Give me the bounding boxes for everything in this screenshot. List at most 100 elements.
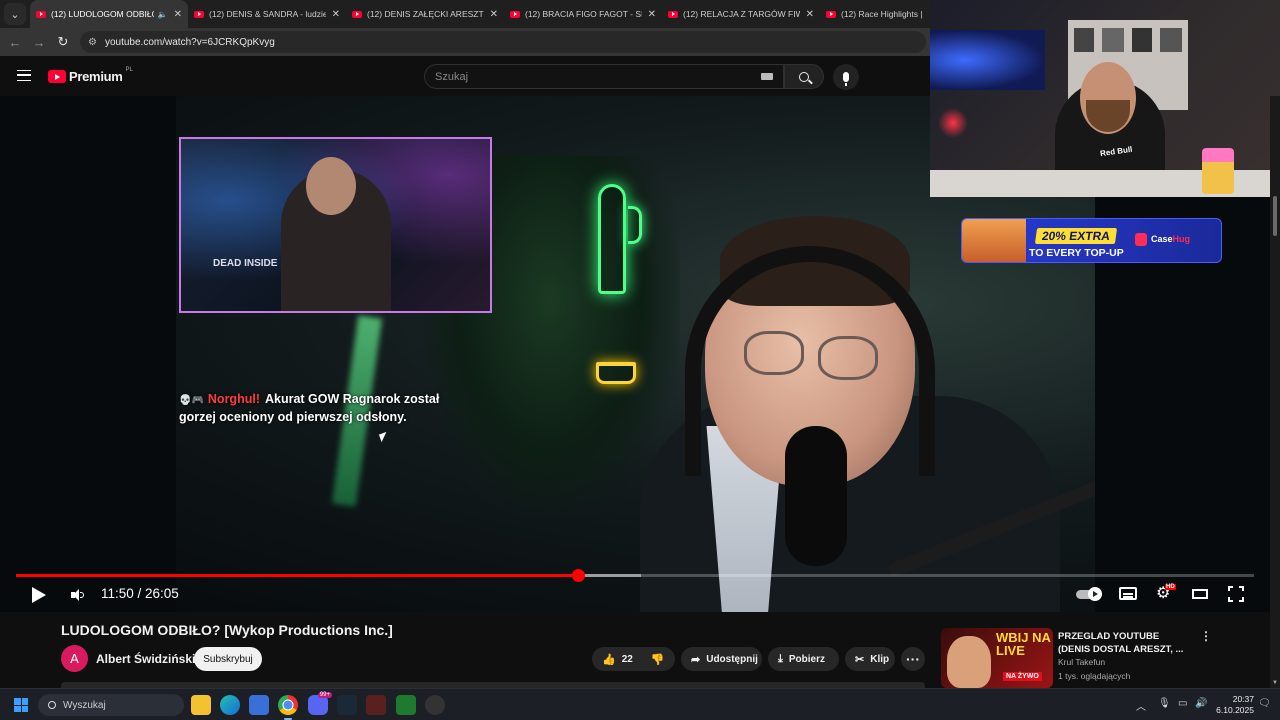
fullscreen-button[interactable] bbox=[1228, 584, 1244, 604]
browser-tab[interactable]: (12) Race Highlights | 2025 bbox=[820, 0, 930, 28]
download-button[interactable]: ⤓ Pobierz bbox=[768, 647, 839, 671]
browser-tab-active[interactable]: (12) LUDOLOGOM ODBIŁO 🔈 ✕ bbox=[30, 0, 188, 28]
chat-badge-icons: 💀🎮 bbox=[179, 395, 204, 406]
promo-subline: TO EVERY TOP-UP bbox=[1029, 247, 1124, 259]
taskbar-clock[interactable]: 20:37 6.10.2025 bbox=[1214, 694, 1254, 716]
tray-language-icon[interactable]: ▭ bbox=[1178, 698, 1187, 709]
menu-icon[interactable] bbox=[17, 70, 31, 81]
chat-overlay: 💀🎮 Norghul! Akurat GOW Ragnarok został gor… bbox=[179, 391, 479, 426]
download-icon: ⤓ bbox=[778, 652, 783, 665]
share-button[interactable]: ➦ Udostępnij bbox=[681, 647, 762, 671]
close-icon[interactable]: ✕ bbox=[174, 9, 182, 20]
related-video-title[interactable]: PRZEGLAD YOUTUBE (DENIS DOSTAL ARESZT, .… bbox=[1058, 630, 1190, 656]
related-video-viewers: 1 tys. oglądających bbox=[1058, 671, 1131, 681]
steam-icon[interactable] bbox=[337, 695, 357, 715]
voice-search-button[interactable] bbox=[833, 64, 859, 90]
neon-cactus-image bbox=[598, 184, 626, 294]
scrollbar-thumb[interactable] bbox=[1273, 196, 1277, 236]
speaker-icon[interactable]: 🔈 bbox=[158, 10, 168, 19]
close-icon[interactable]: ✕ bbox=[490, 9, 498, 20]
close-icon[interactable]: ✕ bbox=[648, 9, 656, 20]
search-button[interactable] bbox=[784, 64, 824, 89]
forward-arrow-icon[interactable]: → bbox=[27, 35, 51, 50]
thumbnail-face bbox=[947, 636, 991, 688]
facecam-cup bbox=[1202, 148, 1234, 194]
related-video-thumbnail[interactable]: WBIJ NA LIVE NA ŻYWO bbox=[941, 628, 1053, 688]
keyboard-icon[interactable] bbox=[761, 73, 773, 80]
glasses-image bbox=[744, 331, 804, 375]
microphone-image bbox=[785, 426, 847, 566]
taskbar-search[interactable]: Wyszukaj bbox=[38, 694, 184, 716]
taskbar-search-label: Wyszukaj bbox=[63, 699, 106, 711]
neon-cactus-arm-image bbox=[628, 206, 642, 244]
browser-tab[interactable]: (12) BRACIA FIGO FAGOT - SIW ✕ bbox=[504, 0, 662, 28]
kebab-menu-icon[interactable]: ⋮ bbox=[1200, 629, 1212, 643]
tab-search-button[interactable]: ⌄ bbox=[4, 3, 26, 25]
more-actions-button[interactable]: ··· bbox=[901, 647, 925, 671]
channel-name[interactable]: Albert Świdziński bbox=[96, 652, 195, 666]
subtitles-button[interactable] bbox=[1119, 584, 1137, 604]
chrome-icon[interactable] bbox=[278, 695, 298, 720]
glasses-image bbox=[818, 336, 878, 380]
thumbs-up-icon[interactable]: 👍 bbox=[602, 653, 616, 666]
progress-played bbox=[16, 574, 579, 577]
url-text: youtube.com/watch?v=6JCRKQpKvyg bbox=[104, 36, 275, 48]
casehug-logo-icon bbox=[1135, 233, 1147, 246]
browser-tab[interactable]: (12) RELACJA Z TARGÓW FIWE ✕ bbox=[662, 0, 820, 28]
like-count[interactable]: 22 bbox=[622, 654, 633, 665]
mouse-cursor-icon bbox=[378, 431, 390, 443]
reload-icon[interactable]: ↻ bbox=[51, 34, 75, 50]
edge-browser-icon[interactable] bbox=[220, 695, 240, 715]
close-icon[interactable]: ✕ bbox=[806, 9, 814, 20]
tab-title: (12) LUDOLOGOM ODBIŁO bbox=[51, 9, 154, 19]
volume-icon[interactable] bbox=[71, 589, 84, 601]
thumbnail-text: WBIJ NA LIVE bbox=[996, 630, 1051, 658]
thumbs-down-icon[interactable]: 👎 bbox=[651, 653, 665, 666]
youtube-favicon-icon bbox=[668, 10, 678, 18]
tray-microphone-icon[interactable]: 🎙 bbox=[1158, 698, 1171, 709]
autoplay-toggle[interactable] bbox=[1076, 584, 1106, 604]
subscribe-button[interactable]: Subskrybuj bbox=[194, 647, 262, 671]
neon-pot-image bbox=[596, 362, 636, 384]
youtube-premium-logo[interactable]: Premium PL bbox=[48, 66, 133, 84]
inset-person-head bbox=[306, 157, 356, 215]
tray-volume-icon[interactable]: 🔊 bbox=[1195, 698, 1207, 709]
youtube-header: Premium PL Szukaj bbox=[0, 56, 930, 96]
facecam-red-light bbox=[938, 108, 968, 138]
search-input[interactable]: Szukaj bbox=[424, 64, 784, 89]
notifications-icon[interactable]: 🗨 bbox=[1258, 698, 1271, 709]
related-video-channel[interactable]: Krul Takefun bbox=[1058, 657, 1105, 667]
progress-scrubber[interactable] bbox=[572, 569, 586, 582]
inset-sign-text: DEAD INSIDE bbox=[213, 258, 278, 269]
browser-tab[interactable]: (12) DENIS ZAŁĘCKI ARESZTOW ✕ bbox=[346, 0, 504, 28]
video-frame-dark-left bbox=[0, 96, 176, 612]
tray-overflow-icon[interactable]: ︿ bbox=[1136, 698, 1146, 713]
xbox-app-icon[interactable] bbox=[396, 695, 416, 715]
site-settings-icon[interactable]: ⚙ bbox=[88, 37, 97, 48]
country-code: PL bbox=[125, 66, 133, 73]
play-button[interactable] bbox=[32, 587, 46, 603]
share-icon: ➦ bbox=[691, 653, 701, 666]
theater-mode-button[interactable] bbox=[1192, 584, 1208, 604]
windows-start-icon[interactable] bbox=[14, 698, 28, 712]
captions-icon bbox=[1119, 587, 1137, 600]
facecam-monitor-glow bbox=[930, 30, 1045, 90]
close-icon[interactable]: ✕ bbox=[332, 9, 340, 20]
obs-icon[interactable] bbox=[425, 695, 445, 715]
channel-avatar[interactable]: A bbox=[61, 645, 88, 672]
scroll-down-arrow-icon[interactable]: ▼ bbox=[1272, 680, 1278, 686]
browser-toolbar: ← → ↻ ⚙ youtube.com/watch?v=6JCRKQpKvyg bbox=[0, 28, 930, 56]
file-explorer-icon[interactable] bbox=[191, 695, 211, 715]
youtube-favicon-icon bbox=[510, 10, 520, 18]
page-scrollbar[interactable]: ▼ bbox=[1270, 96, 1280, 688]
tab-title: (12) RELACJA Z TARGÓW FIWE bbox=[683, 9, 800, 19]
store-icon[interactable] bbox=[249, 695, 269, 715]
settings-button[interactable]: ⚙ HD bbox=[1156, 584, 1178, 604]
address-bar[interactable]: ⚙ youtube.com/watch?v=6JCRKQpKvyg bbox=[80, 31, 926, 53]
clip-button[interactable]: ✂ Klip bbox=[845, 647, 895, 671]
progress-bar[interactable] bbox=[16, 569, 1254, 582]
back-arrow-icon[interactable]: ← bbox=[3, 35, 27, 50]
game-icon[interactable] bbox=[366, 695, 386, 715]
discord-icon[interactable]: 99+ bbox=[308, 692, 332, 715]
browser-tab[interactable]: (12) DENIS & SANDRA - ludzie ✕ bbox=[188, 0, 346, 28]
